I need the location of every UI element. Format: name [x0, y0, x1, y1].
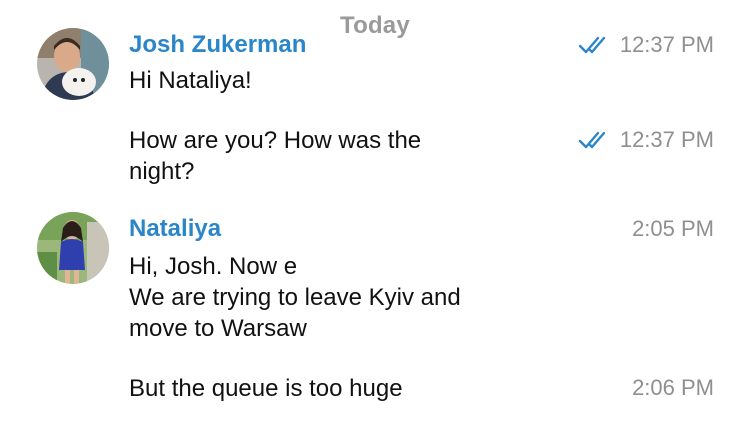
message-text[interactable]: Hi, Josh. Now e We are trying to leave K…	[129, 251, 461, 344]
message-text[interactable]: Hi Nataliya!	[129, 65, 252, 96]
message-meta: 12:37 PM	[578, 32, 714, 58]
message-meta: 2:06 PM	[632, 375, 714, 401]
message-text[interactable]: But the queue is too huge	[129, 373, 403, 404]
sender-name[interactable]: Nataliya	[129, 215, 221, 243]
sender-name[interactable]: Josh Zukerman	[129, 31, 306, 59]
avatar-nataliya[interactable]	[37, 212, 109, 284]
message-meta: 12:37 PM	[578, 127, 714, 153]
double-check-icon	[578, 129, 612, 151]
message-time: 2:05 PM	[632, 216, 714, 241]
message-time: 2:06 PM	[632, 375, 714, 400]
date-separator: Today	[340, 12, 410, 39]
double-check-icon	[578, 34, 612, 56]
message-time: 12:37 PM	[619, 32, 714, 57]
message-time: 12:37 PM	[619, 127, 714, 152]
message-meta: 2:05 PM	[632, 216, 714, 242]
message-text[interactable]: How are you? How was the night?	[129, 125, 421, 187]
avatar-josh[interactable]	[37, 28, 109, 100]
